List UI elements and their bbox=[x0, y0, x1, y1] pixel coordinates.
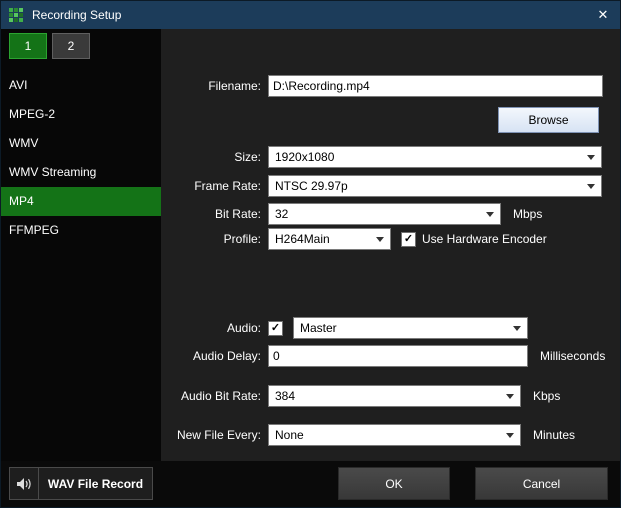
cancel-button[interactable]: Cancel bbox=[475, 467, 608, 500]
audio-row: Audio: ✓ Master bbox=[161, 317, 528, 339]
chevron-down-icon bbox=[376, 237, 384, 242]
profile-row: Profile: H264Main ✓ Use Hardware Encoder bbox=[161, 228, 547, 250]
size-select[interactable]: 1920x1080 bbox=[268, 146, 602, 168]
sidebar-item-avi[interactable]: AVI bbox=[1, 71, 161, 100]
audio-source-value: Master bbox=[300, 321, 337, 335]
app-icon bbox=[9, 8, 24, 23]
window-title: Recording Setup bbox=[32, 8, 586, 22]
bit-rate-row: Bit Rate: 32 Mbps bbox=[161, 203, 542, 225]
filename-row: Filename: bbox=[161, 75, 603, 97]
settings-panel: Filename: Browse Size: 1920x1080 Frame R… bbox=[161, 29, 620, 461]
sidebar-item-mp4[interactable]: MP4 bbox=[1, 187, 161, 216]
filename-input[interactable] bbox=[268, 75, 603, 97]
new-file-unit: Minutes bbox=[533, 428, 575, 442]
bit-rate-label: Bit Rate: bbox=[161, 207, 261, 221]
audio-bit-rate-unit: Kbps bbox=[533, 389, 560, 403]
recording-setup-dialog: Recording Setup ✕ 1 2 AVI MPEG-2 WMV WMV… bbox=[0, 0, 621, 508]
tab-strip: 1 2 bbox=[1, 29, 161, 59]
chevron-down-icon bbox=[587, 155, 595, 160]
new-file-select[interactable]: None bbox=[268, 424, 521, 446]
chevron-down-icon bbox=[486, 212, 494, 217]
frame-rate-label: Frame Rate: bbox=[161, 179, 261, 193]
bit-rate-value: 32 bbox=[275, 207, 288, 221]
frame-rate-select[interactable]: NTSC 29.97p bbox=[268, 175, 602, 197]
format-list: AVI MPEG-2 WMV WMV Streaming MP4 FFMPEG bbox=[1, 71, 161, 245]
sidebar-item-wmv-streaming[interactable]: WMV Streaming bbox=[1, 158, 161, 187]
bit-rate-unit: Mbps bbox=[513, 207, 542, 221]
titlebar: Recording Setup ✕ bbox=[1, 1, 620, 29]
audio-label: Audio: bbox=[161, 321, 261, 335]
chevron-down-icon bbox=[513, 326, 521, 331]
size-value: 1920x1080 bbox=[275, 150, 334, 164]
sidebar-item-ffmpeg[interactable]: FFMPEG bbox=[1, 216, 161, 245]
audio-bit-rate-label: Audio Bit Rate: bbox=[161, 389, 261, 403]
profile-label: Profile: bbox=[161, 232, 261, 246]
filename-label: Filename: bbox=[161, 79, 261, 93]
new-file-row: New File Every: None Minutes bbox=[161, 424, 575, 446]
audio-source-select[interactable]: Master bbox=[293, 317, 528, 339]
audio-delay-input[interactable] bbox=[268, 345, 528, 367]
hardware-encoder-label: Use Hardware Encoder bbox=[422, 232, 547, 246]
audio-delay-row: Audio Delay: Milliseconds bbox=[161, 345, 605, 367]
audio-bit-rate-value: 384 bbox=[275, 389, 295, 403]
hardware-encoder-checkbox[interactable]: ✓ bbox=[401, 232, 416, 247]
chevron-down-icon bbox=[506, 394, 514, 399]
audio-delay-label: Audio Delay: bbox=[161, 349, 261, 363]
chevron-down-icon bbox=[506, 433, 514, 438]
new-file-label: New File Every: bbox=[161, 428, 261, 442]
audio-bit-rate-row: Audio Bit Rate: 384 Kbps bbox=[161, 385, 560, 407]
wav-file-record-button[interactable]: WAV File Record bbox=[9, 467, 153, 500]
tab-1[interactable]: 1 bbox=[9, 33, 47, 59]
size-row: Size: 1920x1080 bbox=[161, 146, 602, 168]
size-label: Size: bbox=[161, 150, 261, 164]
frame-rate-value: NTSC 29.97p bbox=[275, 179, 348, 193]
profile-value: H264Main bbox=[275, 232, 330, 246]
profile-select[interactable]: H264Main bbox=[268, 228, 391, 250]
sidebar: 1 2 AVI MPEG-2 WMV WMV Streaming MP4 FFM… bbox=[1, 29, 161, 461]
speaker-icon bbox=[10, 468, 39, 499]
audio-delay-unit: Milliseconds bbox=[540, 349, 605, 363]
sidebar-item-mpeg2[interactable]: MPEG-2 bbox=[1, 100, 161, 129]
audio-enabled-checkbox[interactable]: ✓ bbox=[268, 321, 283, 336]
frame-rate-row: Frame Rate: NTSC 29.97p bbox=[161, 175, 602, 197]
sidebar-item-wmv[interactable]: WMV bbox=[1, 129, 161, 158]
bit-rate-select[interactable]: 32 bbox=[268, 203, 501, 225]
footer-bar: WAV File Record OK Cancel bbox=[1, 461, 620, 507]
tab-2[interactable]: 2 bbox=[52, 33, 90, 59]
browse-button[interactable]: Browse bbox=[498, 107, 599, 133]
chevron-down-icon bbox=[587, 184, 595, 189]
audio-bit-rate-select[interactable]: 384 bbox=[268, 385, 521, 407]
wav-file-record-label: WAV File Record bbox=[39, 468, 152, 499]
new-file-value: None bbox=[275, 428, 304, 442]
ok-button[interactable]: OK bbox=[338, 467, 450, 500]
close-icon[interactable]: ✕ bbox=[586, 1, 620, 29]
